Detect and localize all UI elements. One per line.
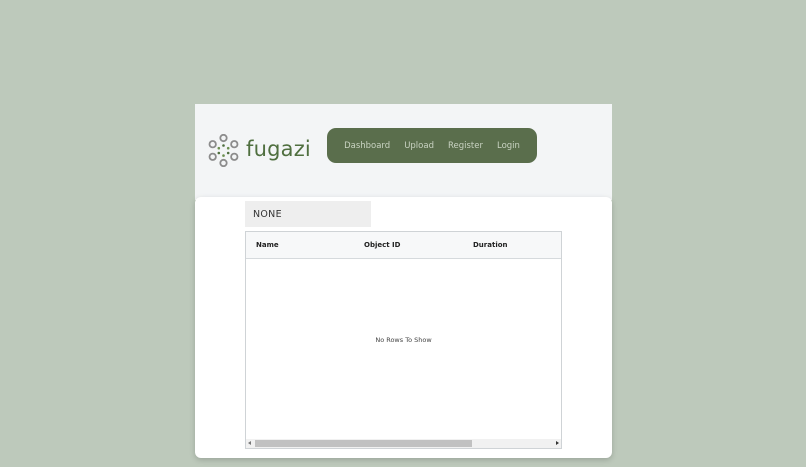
column-header-name[interactable]: Name	[256, 232, 279, 259]
nav-upload[interactable]: Upload	[404, 141, 434, 151]
column-header-duration[interactable]: Duration	[473, 232, 508, 259]
main-card: NONE Name Object ID Duration No Rows To …	[195, 197, 612, 458]
logo[interactable]: fugazi	[207, 134, 311, 167]
horizontal-scrollbar[interactable]	[246, 439, 561, 448]
header: fugazi Dashboard Upload Register Login	[195, 104, 612, 200]
scroll-left-icon[interactable]	[248, 441, 251, 445]
nav-login[interactable]: Login	[497, 141, 520, 151]
scrollbar-thumb[interactable]	[255, 440, 472, 447]
empty-message: No Rows To Show	[375, 336, 432, 344]
nav-dashboard[interactable]: Dashboard	[344, 141, 390, 151]
nav-register[interactable]: Register	[448, 141, 483, 151]
main-nav: Dashboard Upload Register Login	[327, 128, 537, 163]
filter-select[interactable]: NONE	[245, 201, 371, 227]
scroll-right-icon[interactable]	[556, 441, 559, 445]
logo-text: fugazi	[246, 137, 311, 161]
data-grid: Name Object ID Duration No Rows To Show	[245, 231, 562, 449]
column-header-object-id[interactable]: Object ID	[364, 232, 400, 259]
fugazi-logo-icon	[208, 134, 239, 167]
grid-header: Name Object ID Duration	[246, 232, 561, 259]
